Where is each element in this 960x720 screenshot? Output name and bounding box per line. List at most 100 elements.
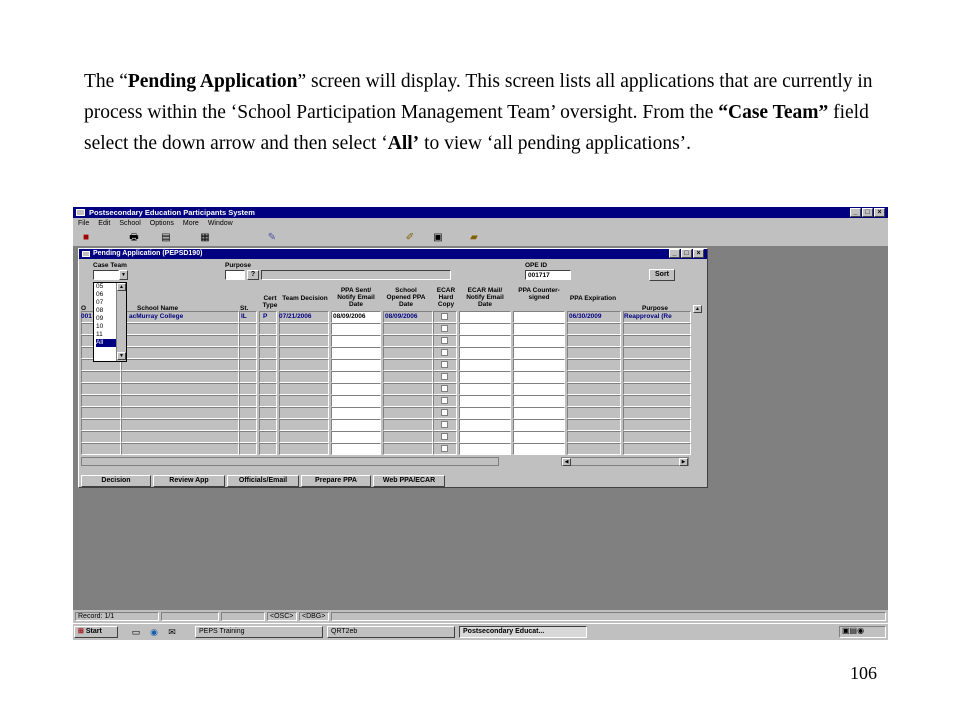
grid-cell[interactable] bbox=[259, 359, 277, 371]
grid-cell[interactable] bbox=[567, 443, 621, 455]
grid-cell[interactable] bbox=[121, 443, 239, 455]
menu-school[interactable]: School bbox=[119, 220, 140, 227]
grid-cell[interactable] bbox=[259, 395, 277, 407]
grid-cell[interactable] bbox=[81, 431, 121, 443]
grid-cell[interactable] bbox=[121, 419, 239, 431]
grid-cell[interactable] bbox=[513, 407, 565, 419]
grid-cell[interactable] bbox=[459, 323, 511, 335]
grid-cell[interactable] bbox=[383, 359, 433, 371]
grid-cell[interactable] bbox=[259, 371, 277, 383]
purpose-field[interactable] bbox=[225, 270, 245, 280]
case-team-option-all[interactable]: All bbox=[96, 339, 118, 347]
menu-more[interactable]: More bbox=[183, 220, 199, 227]
ecar-hard-copy-checkbox[interactable] bbox=[441, 361, 448, 368]
grid-cell[interactable] bbox=[259, 383, 277, 395]
grid-cell[interactable] bbox=[623, 347, 691, 359]
grid-cell[interactable] bbox=[623, 323, 691, 335]
grid-cell[interactable] bbox=[459, 407, 511, 419]
grid-cell[interactable] bbox=[513, 395, 565, 407]
grid-cell[interactable] bbox=[623, 359, 691, 371]
grid-cell[interactable] bbox=[383, 383, 433, 395]
case-team-dropdown-list[interactable]: 05 06 07 08 09 10 11 All ▲ ▼ bbox=[93, 282, 127, 362]
ecar-hard-copy-checkbox[interactable] bbox=[441, 337, 448, 344]
grid-cell[interactable] bbox=[459, 311, 511, 323]
ecar-hard-copy-checkbox[interactable] bbox=[441, 385, 448, 392]
grid-cell[interactable] bbox=[279, 443, 329, 455]
grid-cell[interactable] bbox=[81, 419, 121, 431]
grid-cell[interactable] bbox=[279, 431, 329, 443]
grid-cell[interactable] bbox=[383, 323, 433, 335]
scroll-right-arrow[interactable]: ▶ bbox=[679, 458, 688, 466]
grid-cell[interactable] bbox=[513, 371, 565, 383]
left-hscrollbar[interactable] bbox=[81, 457, 499, 466]
grid-cell[interactable] bbox=[81, 407, 121, 419]
grid-cell[interactable] bbox=[331, 407, 381, 419]
grid-cell[interactable] bbox=[259, 323, 277, 335]
dropdown-scrollbar[interactable]: ▲ ▼ bbox=[116, 283, 126, 361]
dropdown-scroll-down[interactable]: ▼ bbox=[117, 352, 126, 360]
menu-window[interactable]: Window bbox=[208, 220, 233, 227]
grid-cell[interactable] bbox=[623, 407, 691, 419]
form-icon[interactable]: ▣ bbox=[431, 232, 445, 244]
grid-cell[interactable] bbox=[513, 419, 565, 431]
grid-cell[interactable] bbox=[331, 323, 381, 335]
grid-cell[interactable] bbox=[239, 335, 257, 347]
grid-cell[interactable] bbox=[259, 311, 277, 323]
grid-cell[interactable] bbox=[239, 419, 257, 431]
web-ppa-ecar-button[interactable]: Web PPA/ECAR bbox=[373, 475, 445, 487]
outlook-icon[interactable]: ✉ bbox=[165, 626, 179, 638]
grid-cell[interactable] bbox=[567, 383, 621, 395]
grid-cell[interactable] bbox=[121, 359, 239, 371]
browser-icon[interactable]: ◉ bbox=[147, 626, 161, 638]
grid-cell[interactable] bbox=[383, 347, 433, 359]
grid-cell[interactable] bbox=[331, 419, 381, 431]
grid-cell[interactable] bbox=[239, 323, 257, 335]
grid-cell[interactable] bbox=[459, 383, 511, 395]
grid-cell[interactable] bbox=[81, 395, 121, 407]
menu-edit[interactable]: Edit bbox=[98, 220, 110, 227]
grid-cell[interactable] bbox=[459, 419, 511, 431]
grid-cell[interactable] bbox=[279, 383, 329, 395]
prepare-ppa-button[interactable]: Prepare PPA bbox=[301, 475, 371, 487]
grid-cell[interactable] bbox=[383, 407, 433, 419]
exit-icon[interactable]: ■ bbox=[79, 232, 93, 244]
grid-cell[interactable] bbox=[383, 431, 433, 443]
grid-cell[interactable] bbox=[567, 359, 621, 371]
grid-cell[interactable] bbox=[81, 443, 121, 455]
case-team-option[interactable]: 08 bbox=[96, 307, 118, 315]
officials-email-button[interactable]: Officials/Email bbox=[227, 475, 299, 487]
grid-cell[interactable] bbox=[383, 335, 433, 347]
grid-cell[interactable] bbox=[567, 335, 621, 347]
grid-cell[interactable] bbox=[331, 431, 381, 443]
grid-cell[interactable] bbox=[513, 443, 565, 455]
ope-id-field[interactable]: 001717 bbox=[525, 270, 571, 280]
grid-cell[interactable] bbox=[239, 407, 257, 419]
grid-cell[interactable] bbox=[279, 419, 329, 431]
grid-cell[interactable] bbox=[459, 431, 511, 443]
save-icon[interactable]: ▦ bbox=[198, 232, 212, 244]
grid-cell[interactable] bbox=[459, 347, 511, 359]
grid-cell[interactable] bbox=[81, 371, 121, 383]
maximize-button[interactable]: □ bbox=[862, 208, 873, 217]
grid-cell[interactable] bbox=[567, 371, 621, 383]
close-button[interactable]: × bbox=[874, 208, 885, 217]
folder-icon[interactable]: ▰ bbox=[467, 232, 481, 244]
print-preview-icon[interactable]: ▤ bbox=[159, 232, 173, 244]
grid-cell[interactable] bbox=[513, 323, 565, 335]
grid-cell[interactable] bbox=[279, 335, 329, 347]
ecar-hard-copy-checkbox[interactable] bbox=[441, 397, 448, 404]
grid-cell[interactable] bbox=[331, 383, 381, 395]
grid-cell[interactable] bbox=[279, 347, 329, 359]
grid-cell[interactable] bbox=[331, 359, 381, 371]
grid-cell[interactable] bbox=[279, 395, 329, 407]
ecar-hard-copy-checkbox[interactable] bbox=[441, 313, 448, 320]
grid-cell[interactable] bbox=[459, 371, 511, 383]
menu-options[interactable]: Options bbox=[150, 220, 174, 227]
menu-file[interactable]: File bbox=[78, 220, 89, 227]
taskbar-item-postsecondary[interactable]: Postsecondary Educat... bbox=[459, 626, 587, 638]
grid-cell[interactable] bbox=[567, 431, 621, 443]
ecar-hard-copy-checkbox[interactable] bbox=[441, 421, 448, 428]
grid-cell[interactable] bbox=[239, 431, 257, 443]
grid-cell[interactable] bbox=[331, 443, 381, 455]
grid-cell[interactable] bbox=[279, 407, 329, 419]
